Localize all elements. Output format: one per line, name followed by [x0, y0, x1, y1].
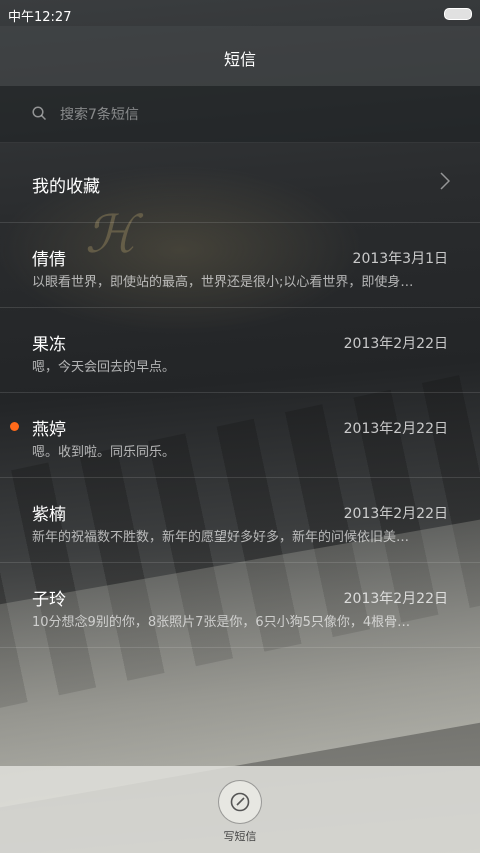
- contact-name: 子玲: [32, 590, 66, 610]
- unread-dot: [10, 422, 19, 431]
- contact-name: 紫楠: [32, 505, 66, 525]
- title-bar: 短信: [0, 26, 480, 86]
- conversation-item[interactable]: 紫楠 2013年2月22日 新年的祝福数不胜数，新年的愿望好多好多，新年的问候依…: [0, 478, 480, 563]
- compose-label: 写短信: [223, 830, 257, 843]
- contact-name: 倩倩: [32, 250, 66, 270]
- status-bar: 中午12:27: [0, 0, 480, 26]
- compose-button[interactable]: [218, 780, 262, 824]
- conversation-item[interactable]: 倩倩 2013年3月1日 以眼看世界，即使站的最高，世界还是很小;以心看世界，即…: [0, 223, 480, 308]
- favorites-row[interactable]: 我的收藏: [0, 142, 480, 223]
- message-preview: 嗯，今天会回去的早点。: [32, 360, 176, 375]
- battery-icon: [444, 8, 472, 20]
- conversation-item[interactable]: 果冻 2013年2月22日 嗯，今天会回去的早点。: [0, 308, 480, 393]
- page-title: 短信: [223, 50, 256, 69]
- message-preview: 10分想念9别的你，8张照片7张是你，6只小狗5只像你，4根骨…: [32, 615, 411, 630]
- message-date: 2013年2月22日: [343, 336, 448, 352]
- message-date: 2013年2月22日: [343, 506, 448, 522]
- chevron-right-icon: [440, 172, 450, 190]
- contact-name: 果冻: [32, 335, 66, 355]
- message-preview: 以眼看世界，即使站的最高，世界还是很小;以心看世界，即使身…: [32, 275, 414, 290]
- message-preview: 新年的祝福数不胜数，新年的愿望好多好多，新年的问候依旧美…: [32, 530, 410, 545]
- search-icon: [32, 106, 46, 120]
- conversation-item[interactable]: 子玲 2013年2月22日 10分想念9别的你，8张照片7张是你，6只小狗5只像…: [0, 563, 480, 648]
- contact-name: 燕婷: [32, 420, 66, 440]
- message-date: 2013年2月22日: [343, 421, 448, 437]
- search-input[interactable]: [58, 100, 442, 130]
- search-bar[interactable]: [0, 86, 480, 143]
- status-time: 中午12:27: [8, 10, 72, 25]
- message-date: 2013年2月22日: [343, 591, 448, 607]
- conversation-item[interactable]: 燕婷 2013年2月22日 嗯。收到啦。同乐同乐。: [0, 393, 480, 478]
- message-date: 2013年3月1日: [352, 251, 448, 267]
- bottom-bar: 写短信: [0, 766, 480, 853]
- message-preview: 嗯。收到啦。同乐同乐。: [32, 445, 176, 460]
- favorites-label: 我的收藏: [32, 177, 100, 197]
- compose-icon: [230, 792, 250, 812]
